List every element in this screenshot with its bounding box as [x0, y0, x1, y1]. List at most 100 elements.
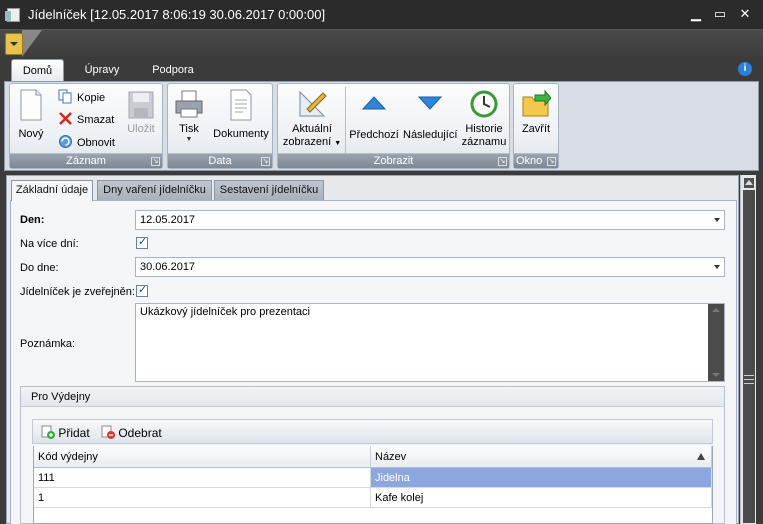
sort-ascending-icon — [697, 453, 705, 460]
note-value: Ukázkový jídelníček pro prezentaci — [140, 306, 310, 318]
until-date-value: 30.06.2017 — [140, 261, 196, 273]
note-label: Poznámka: — [20, 338, 76, 350]
refresh-label: Obnovit — [77, 137, 115, 149]
separator — [345, 87, 346, 153]
new-document-icon — [20, 89, 42, 121]
history-label-2: záznamu — [461, 136, 507, 148]
tab-dny-vareni[interactable]: Dny vaření jídelníčku — [97, 180, 212, 200]
day-date-picker[interactable]: 12.05.2017 — [135, 210, 725, 230]
copy-label: Kopie — [77, 92, 106, 104]
tab-zakladni-udaje[interactable]: Základní údaje — [11, 180, 93, 201]
print-button-label: Tisk — [179, 123, 199, 135]
new-button-label: Nový — [18, 128, 44, 140]
tab-domu[interactable]: Domů — [11, 59, 64, 83]
scroll-down-icon[interactable] — [712, 373, 720, 377]
print-button[interactable]: Tisk ▼ — [173, 89, 205, 144]
add-icon — [41, 425, 55, 439]
dialog-launcher-icon[interactable]: ↘ — [151, 157, 160, 166]
quick-access-band — [0, 30, 763, 57]
group-label-data: Data — [168, 153, 272, 168]
published-label: Jídelníček je zveřejněn: — [20, 286, 135, 298]
until-date-label: Do dne: — [20, 262, 59, 274]
tab-sestaveni[interactable]: Sestavení jídelníčku — [214, 180, 324, 200]
close-window-button[interactable]: Zavřít — [518, 89, 554, 136]
next-button[interactable]: Následující — [403, 95, 457, 142]
note-scrollbar[interactable] — [708, 304, 724, 381]
history-button[interactable]: Historie záznamu — [460, 89, 508, 149]
save-icon — [128, 91, 154, 119]
close-button[interactable]: ✕ — [737, 6, 753, 22]
copy-button[interactable]: Kopie — [58, 89, 105, 105]
grip-icon — [744, 375, 754, 384]
quick-access-menu-button[interactable] — [5, 33, 23, 55]
refresh-icon — [59, 135, 72, 148]
column-header-nazev[interactable]: Název — [371, 446, 712, 468]
ruler-pencil-icon — [299, 90, 327, 117]
note-textarea[interactable]: Ukázkový jídelníček pro prezentaci — [135, 303, 725, 382]
column-header-nazev-label: Název — [375, 451, 407, 463]
vydejny-title: Pro Výdejny — [21, 387, 724, 407]
dialog-launcher-icon[interactable]: ↘ — [261, 157, 270, 166]
table-cell-kod[interactable]: 111 — [34, 468, 371, 488]
delete-label: Smazat — [77, 114, 115, 126]
current-view-label-text: zobrazení — [282, 136, 332, 148]
new-button[interactable]: Nový — [14, 89, 48, 141]
day-value: 12.05.2017 — [140, 214, 196, 226]
chevron-down-icon[interactable] — [714, 218, 720, 222]
documents-button[interactable]: Dokumenty — [212, 89, 270, 141]
maximize-button[interactable]: ▭ — [712, 6, 728, 22]
table-cell-nazev[interactable]: Kafe kolej — [371, 488, 712, 508]
current-view-label-2: zobrazení ▼ — [281, 136, 343, 150]
arrow-up-icon — [361, 96, 387, 110]
table-cell-kod[interactable]: 1 — [34, 488, 371, 508]
multiple-days-checkbox[interactable] — [136, 235, 148, 249]
multiple-days-label: Na více dní: — [20, 238, 79, 250]
chevron-down-icon: ▼ — [185, 136, 193, 143]
grid-toolbar: Přidat Odebrat — [32, 419, 713, 444]
app-icon — [5, 8, 20, 22]
tab-upravy[interactable]: Úpravy — [72, 59, 132, 83]
tab-podpora[interactable]: Podpora — [142, 59, 204, 83]
published-checkbox[interactable] — [136, 283, 148, 297]
column-header-kod[interactable]: Kód výdejny — [34, 446, 371, 468]
until-date-picker[interactable]: 30.06.2017 — [135, 257, 725, 277]
document-icon — [230, 89, 252, 121]
info-icon[interactable]: i — [738, 62, 752, 76]
chevron-down-icon[interactable] — [714, 265, 720, 269]
current-view-button[interactable]: Aktuální zobrazení ▼ — [281, 89, 343, 150]
add-button[interactable]: Přidat — [41, 425, 90, 441]
scroll-up-icon[interactable] — [712, 308, 720, 312]
arrow-down-icon — [417, 96, 443, 110]
next-button-label: Následující — [403, 129, 458, 141]
minimize-button[interactable]: ▁ — [688, 6, 704, 22]
window-title: Jídelníček [12.05.2017 8:06:19 30.06.201… — [28, 7, 326, 22]
documents-button-label: Dokumenty — [213, 128, 269, 140]
folder-exit-icon — [522, 89, 552, 117]
current-view-label-1: Aktuální — [292, 123, 332, 135]
group-label-zaznam: Záznam — [10, 153, 162, 168]
remove-icon — [101, 425, 115, 439]
quick-access-decoration — [22, 30, 42, 57]
dialog-launcher-icon[interactable]: ↘ — [498, 157, 507, 166]
table-cell-nazev[interactable]: Jidelna — [371, 468, 712, 488]
save-button[interactable]: Uložit — [124, 91, 158, 136]
add-label: Přidat — [58, 426, 90, 440]
scrollbar-thumb[interactable] — [743, 190, 755, 523]
group-label-zobrazit: Zobrazit — [278, 153, 509, 168]
delete-button[interactable]: Smazat — [58, 111, 114, 127]
remove-button[interactable]: Odebrat — [101, 425, 162, 441]
refresh-button[interactable]: Obnovit — [58, 134, 115, 150]
day-label: Den: — [20, 214, 45, 226]
remove-label: Odebrat — [118, 426, 162, 440]
scroll-up-icon[interactable] — [744, 178, 754, 188]
window-edge — [757, 171, 763, 524]
previous-button[interactable]: Předchozí — [348, 95, 400, 142]
close-window-label: Zavřít — [521, 123, 551, 135]
save-button-label: Uložit — [127, 123, 155, 135]
history-clock-icon — [470, 90, 498, 118]
delete-icon — [59, 112, 72, 125]
previous-button-label: Předchozí — [349, 129, 399, 141]
chevron-down-icon: ▼ — [334, 140, 342, 147]
main-scrollbar[interactable] — [740, 175, 756, 524]
dialog-launcher-icon[interactable]: ↘ — [547, 157, 556, 166]
